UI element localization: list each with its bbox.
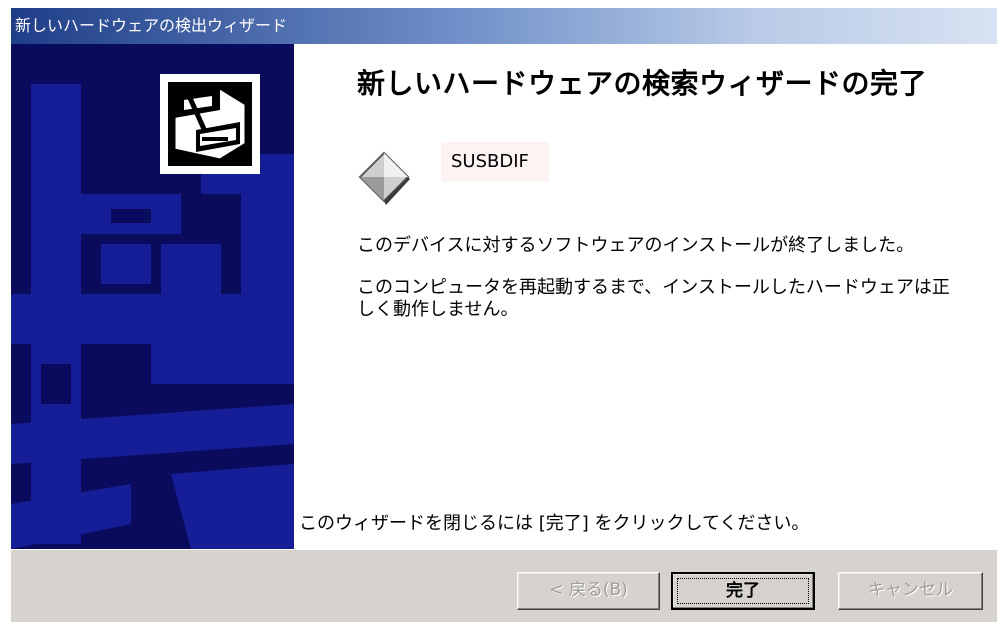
finish-label: 完了 (726, 581, 760, 601)
button-bar: < 戻る(B) 完了 キャンセル (11, 549, 997, 622)
device-name: SUSBDIF (441, 142, 549, 182)
restart-notice: このコンピュータを再起動するまで、インストールしたハードウェアは正しく動作しませ… (357, 277, 950, 320)
wizard-heading: 新しいハードウェアの検索ウィザードの完了 (357, 67, 928, 100)
wizard-content: 新しいハードウェアの検索ウィザードの完了 SUSBDIF このデバイスに対するソ… (294, 44, 997, 549)
hardware-box-icon (160, 74, 260, 174)
device-diamond-icon (354, 147, 414, 211)
closing-instruction: このウィザードを閉じるには [完了] をクリックしてください。 (299, 513, 810, 534)
wizard-dialog: 新しいハードウェアの検出ウィザード 新しいハードウェアの検索ウィザードの完了 S… (11, 0, 997, 622)
cancel-button[interactable]: キャンセル (838, 572, 983, 610)
back-button[interactable]: < 戻る(B) (517, 572, 660, 610)
finish-button[interactable]: 完了 (671, 572, 815, 610)
wizard-sidebar (11, 44, 294, 549)
install-complete-message: このデバイスに対するソフトウェアのインストールが終了しました。 (357, 235, 915, 256)
window-title: 新しいハードウェアの検出ウィザード (15, 16, 288, 35)
title-bar[interactable]: 新しいハードウェアの検出ウィザード (11, 8, 997, 44)
